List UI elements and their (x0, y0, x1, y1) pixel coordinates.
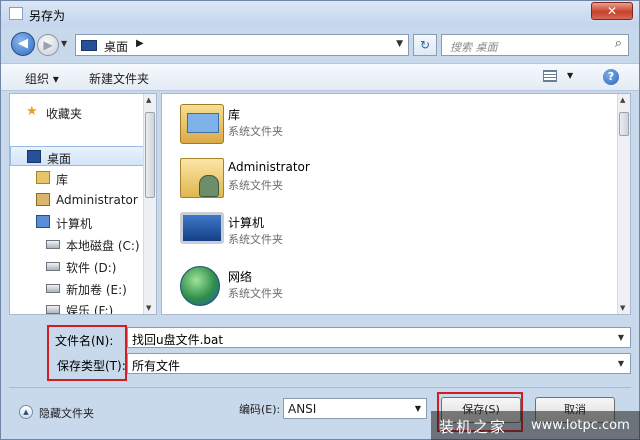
computer-icon (36, 215, 50, 228)
filetype-select[interactable]: 所有文件 ▼ (127, 353, 631, 374)
address-dropdown-icon[interactable]: ▼ (396, 39, 403, 49)
network-icon (180, 266, 220, 306)
view-dropdown-icon[interactable]: ▼ (567, 71, 573, 80)
divider (9, 387, 631, 388)
breadcrumb-desktop[interactable]: 桌面 (104, 38, 128, 55)
scroll-down-icon[interactable]: ▼ (620, 304, 625, 312)
command-toolbar: 组织 ▾ 新建文件夹 ▼ ? (1, 63, 639, 91)
sidebar-item-label: Administrator (56, 193, 138, 207)
desktop-icon (27, 150, 41, 163)
sidebar-item-label: 桌面 (47, 152, 72, 166)
watermark-name: 装机之家 (439, 418, 508, 436)
search-placeholder: 搜索 桌面 (450, 41, 498, 54)
navigation-pane: ★ 收藏夹 桌面 库 Administrator 计算机 本地磁盘 (C:) 软… (9, 93, 157, 315)
navigation-row: ◀ ▶ ▼ 桌面 ▶ ▼ ↻ 搜索 桌面 ⌕ (1, 27, 639, 61)
organize-button[interactable]: 组织 ▾ (25, 70, 59, 87)
library-icon (36, 171, 50, 184)
sidebar-item-label: 娱乐 (F:) (66, 304, 114, 315)
sidebar-item-label: 新加卷 (E:) (66, 283, 127, 297)
chevron-up-icon[interactable]: ▲ (19, 405, 33, 419)
list-item[interactable]: Administrator 系统文件夹 (176, 152, 476, 204)
watermark-url: www.lotpc.com (531, 418, 630, 433)
file-type: 系统文件夹 (228, 233, 283, 246)
file-name: 库 (228, 108, 241, 122)
encoding-select[interactable]: ANSI ▼ (283, 398, 427, 419)
scrollbar-thumb[interactable] (145, 112, 155, 198)
new-folder-button[interactable]: 新建文件夹 (89, 70, 149, 87)
sidebar-item-computer[interactable]: 计算机 (10, 212, 146, 232)
scrollbar-thumb[interactable] (619, 112, 629, 136)
scroll-up-icon[interactable]: ▲ (146, 96, 151, 104)
library-icon (180, 104, 224, 144)
sidebar-item-label: 收藏夹 (46, 107, 83, 121)
sidebar-item-label: 本地磁盘 (C:) (66, 239, 140, 253)
file-name: Administrator (228, 160, 310, 174)
drive-icon (46, 262, 60, 271)
sidebar-item-administrator[interactable]: Administrator (10, 190, 146, 210)
file-type: 系统文件夹 (228, 125, 283, 138)
sidebar-item-label: 软件 (D:) (66, 261, 117, 275)
sidebar-item-library[interactable]: 库 (10, 168, 146, 188)
hide-folders-label[interactable]: 隐藏文件夹 (39, 405, 94, 421)
sidebar-item-label: 计算机 (56, 217, 93, 231)
file-type: 系统文件夹 (228, 287, 283, 300)
search-input[interactable]: 搜索 桌面 ⌕ (441, 34, 629, 56)
address-bar[interactable]: 桌面 ▶ ▼ (75, 34, 409, 56)
sidebar-item-drive-d[interactable]: 软件 (D:) (10, 256, 146, 276)
filetype-value[interactable]: 所有文件 (132, 357, 180, 374)
sidebar-item-desktop[interactable]: 桌面 (10, 146, 146, 166)
file-name: 网络 (228, 270, 253, 284)
filename-value[interactable]: 找回u盘文件.bat (132, 331, 223, 348)
user-folder-icon (180, 158, 224, 198)
file-list: 库 系统文件夹 Administrator 系统文件夹 计算机 系统文件夹 网络… (161, 93, 631, 315)
sidebar-item-drive-c[interactable]: 本地磁盘 (C:) (10, 234, 146, 254)
chevron-down-icon[interactable]: ▼ (618, 359, 624, 368)
highlight-box (47, 325, 127, 381)
file-name: 计算机 (228, 216, 265, 230)
drive-icon (46, 240, 60, 249)
drive-icon (46, 305, 60, 314)
close-button[interactable]: ✕ (591, 2, 633, 20)
hide-folders-button[interactable]: ▲ 隐藏文件夹 (19, 403, 139, 421)
list-item[interactable]: 库 系统文件夹 (176, 98, 476, 150)
breadcrumb-separator-icon[interactable]: ▶ (136, 38, 144, 49)
scroll-down-icon[interactable]: ▼ (146, 304, 151, 312)
chevron-down-icon[interactable]: ▼ (415, 404, 421, 413)
view-details-icon[interactable] (543, 70, 557, 82)
list-item[interactable]: 网络 系统文件夹 (176, 260, 476, 312)
scroll-up-icon[interactable]: ▲ (620, 96, 625, 104)
encoding-value[interactable]: ANSI (288, 402, 316, 416)
watermark: 装机之家 www.lotpc.com (431, 411, 640, 440)
search-icon[interactable]: ⌕ (615, 36, 622, 51)
navigation-scrollbar[interactable]: ▲ ▼ (143, 94, 156, 314)
notepad-icon (9, 7, 23, 20)
file-list-scrollbar[interactable]: ▲ ▼ (617, 94, 630, 314)
sidebar-item-drive-e[interactable]: 新加卷 (E:) (10, 278, 146, 298)
forward-arrow-icon[interactable]: ▶ (37, 34, 59, 56)
computer-icon (180, 212, 224, 244)
filename-field[interactable]: 找回u盘文件.bat ▼ (127, 327, 631, 348)
save-as-dialog: 另存为 ✕ ◀ ▶ ▼ 桌面 ▶ ▼ ↻ 搜索 桌面 ⌕ 组织 ▾ 新建文件夹 … (0, 0, 640, 440)
back-arrow-icon[interactable]: ◀ (11, 32, 35, 56)
recent-pages-dropdown[interactable]: ▼ (61, 39, 67, 48)
refresh-icon[interactable]: ↻ (413, 34, 437, 56)
file-type: 系统文件夹 (228, 179, 283, 192)
star-icon: ★ (26, 104, 38, 119)
title-bar: 另存为 ✕ (1, 1, 639, 27)
window-title: 另存为 (29, 9, 66, 23)
sidebar-item-label: 库 (56, 173, 69, 187)
sidebar-item-favorites[interactable]: ★ 收藏夹 (10, 102, 146, 122)
list-item[interactable]: 计算机 系统文件夹 (176, 206, 476, 258)
chevron-down-icon[interactable]: ▼ (618, 333, 624, 342)
help-icon[interactable]: ? (603, 69, 619, 85)
desktop-icon (81, 40, 97, 51)
drive-icon (46, 284, 60, 293)
user-folder-icon (36, 193, 50, 206)
sidebar-item-drive-f[interactable]: 娱乐 (F:) (10, 299, 146, 315)
encoding-label: 编码(E): (239, 403, 281, 416)
